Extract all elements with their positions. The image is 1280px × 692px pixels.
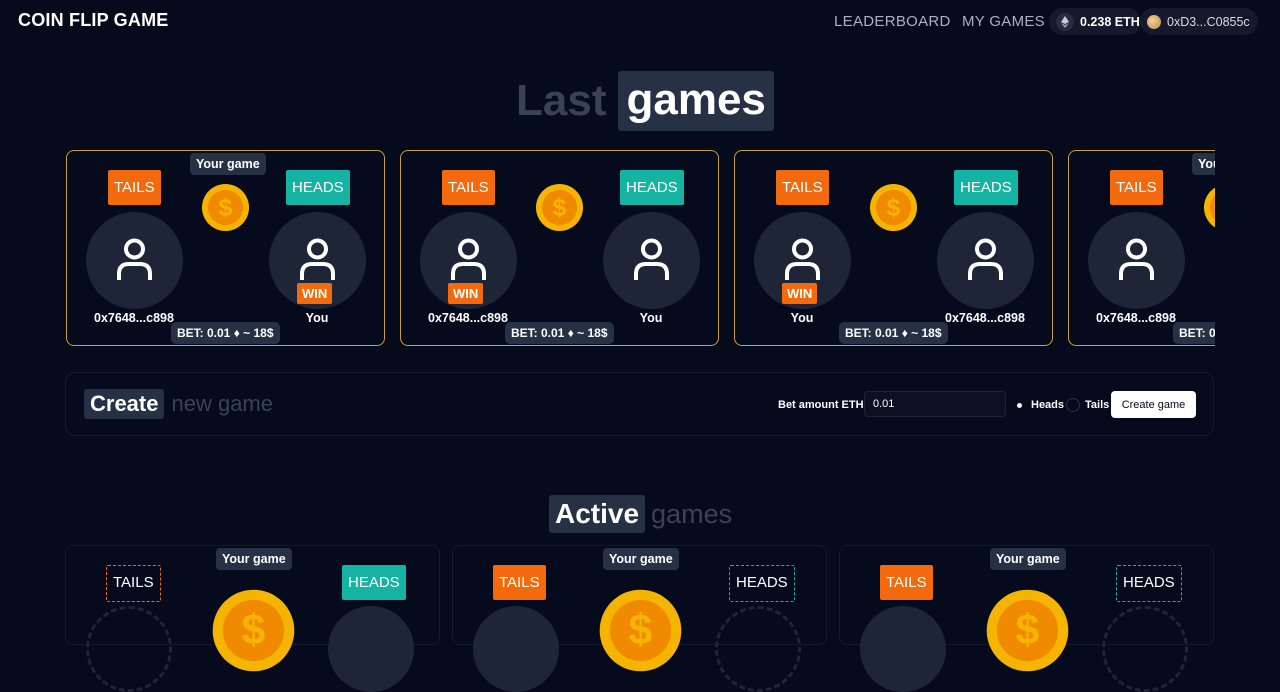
title-highlight-text: games: [618, 71, 774, 131]
player-avatar: [1088, 212, 1185, 309]
last-games-carousel[interactable]: Your game TAILS HEADS $ WIN 0x7648...c898 You B…: [66, 150, 1215, 347]
your-game-badge: Your game: [190, 153, 266, 175]
svg-text:$: $: [242, 607, 266, 654]
dollar-coin-icon: $: [869, 183, 918, 232]
heads-tag: HEADS: [954, 170, 1018, 205]
your-game-badge: Your game: [1192, 153, 1215, 175]
heads-tag: HEADS: [342, 565, 406, 600]
create-game-button[interactable]: Create game: [1111, 391, 1196, 418]
wallet-avatar-icon: [1147, 14, 1161, 29]
empty-player-slot[interactable]: [715, 606, 801, 692]
empty-player-slot[interactable]: [86, 606, 172, 692]
tails-tag: TAILS: [493, 565, 546, 600]
tails-tag: TAILS: [776, 170, 829, 205]
dollar-coin-icon: $: [211, 588, 296, 673]
win-badge: WIN: [782, 283, 818, 304]
title-highlight-text: Create: [84, 389, 165, 419]
dollar-coin-icon: $: [201, 183, 250, 232]
bet-badge: BET: 0.01 ♦ ~ 18$: [839, 322, 948, 344]
active-game-card[interactable]: Your game TAILS HEADS $: [452, 545, 827, 692]
heads-tag: HEADS: [1116, 565, 1182, 602]
tails-tag: TAILS: [106, 565, 161, 602]
active-games-title: Active games: [549, 495, 732, 533]
tails-tag: TAILS: [1110, 170, 1163, 205]
balance-text: 0.238 ETH: [1080, 14, 1140, 29]
player-avatar: [603, 212, 700, 309]
svg-text:$: $: [629, 607, 653, 654]
nav-leaderboard[interactable]: LEADERBOARD: [834, 13, 951, 30]
last-game-card[interactable]: TAILS HEADS $ WIN 0x7648...c898 You BET: 0.01 …: [400, 150, 719, 346]
win-badge: WIN: [448, 283, 484, 304]
heads-tag: HEADS: [620, 170, 684, 205]
tails-radio[interactable]: [1066, 398, 1080, 412]
create-game-title: Create new game: [84, 389, 273, 419]
player-avatar: [860, 606, 946, 692]
ethereum-icon: [1056, 12, 1074, 31]
tails-tag: TAILS: [880, 565, 933, 600]
svg-text:$: $: [1016, 607, 1040, 654]
last-games-title: Last games: [516, 70, 774, 132]
wallet-address-pill[interactable]: 0xD3...C0855c: [1140, 8, 1258, 35]
tails-tag: TAILS: [442, 170, 495, 205]
your-game-badge: Your game: [990, 548, 1066, 570]
heads-tag: HEADS: [729, 565, 795, 602]
player-avatar: [473, 606, 559, 692]
title-dim-text: new game: [171, 391, 273, 416]
dollar-coin-icon: $: [535, 183, 584, 232]
title-dim-text: Last: [516, 76, 607, 125]
tails-radio-label[interactable]: Tails: [1085, 399, 1109, 411]
win-badge: WIN: [297, 283, 333, 304]
player-avatar: [937, 212, 1034, 309]
bet-badge: BET: 0.01 ♦ ~ 18$: [1173, 322, 1215, 344]
title-dim-text: games: [651, 498, 733, 529]
player-avatar: [328, 606, 414, 692]
player-avatar: [86, 212, 183, 309]
empty-player-slot[interactable]: [1102, 606, 1188, 692]
app-logo[interactable]: COIN FLIP GAME: [18, 10, 168, 31]
svg-text:$: $: [553, 194, 567, 221]
dollar-coin-icon: $: [598, 588, 683, 673]
svg-text:$: $: [219, 194, 233, 221]
nav-my-games[interactable]: MY GAMES: [962, 13, 1045, 30]
heads-radio[interactable]: [1013, 399, 1026, 412]
your-game-badge: Your game: [603, 548, 679, 570]
heads-radio-label[interactable]: Heads: [1031, 399, 1064, 411]
active-game-card[interactable]: Your game TAILS HEADS $: [839, 545, 1214, 692]
bet-badge: BET: 0.01 ♦ ~ 18$: [505, 322, 614, 344]
your-game-badge: Your game: [216, 548, 292, 570]
dollar-coin-icon: $: [1203, 183, 1215, 232]
tails-tag: TAILS: [108, 170, 161, 205]
last-game-card[interactable]: Your game TAILS HEADS $ WIN 0x7648...c898 You B…: [66, 150, 385, 346]
balance-pill[interactable]: 0.238 ETH: [1049, 8, 1141, 35]
title-highlight-text: Active: [549, 495, 646, 533]
svg-text:$: $: [887, 194, 901, 221]
bet-amount-label: Bet amount ETH:: [778, 399, 868, 411]
dollar-coin-icon: $: [985, 588, 1070, 673]
wallet-address: 0xD3...C0855c: [1167, 14, 1250, 29]
bet-amount-input[interactable]: [864, 391, 1006, 417]
last-game-card[interactable]: Your gameTAILSHEADS$0x7648...c898BET: 0.…: [1068, 150, 1215, 346]
active-game-card[interactable]: Your game TAILS HEADS $: [65, 545, 440, 692]
heads-tag: HEADS: [286, 170, 350, 205]
bet-badge: BET: 0.01 ♦ ~ 18$: [171, 322, 280, 344]
last-game-card[interactable]: TAILS HEADS $ WIN You 0x7648...c898 BET: 0.01 …: [734, 150, 1053, 346]
